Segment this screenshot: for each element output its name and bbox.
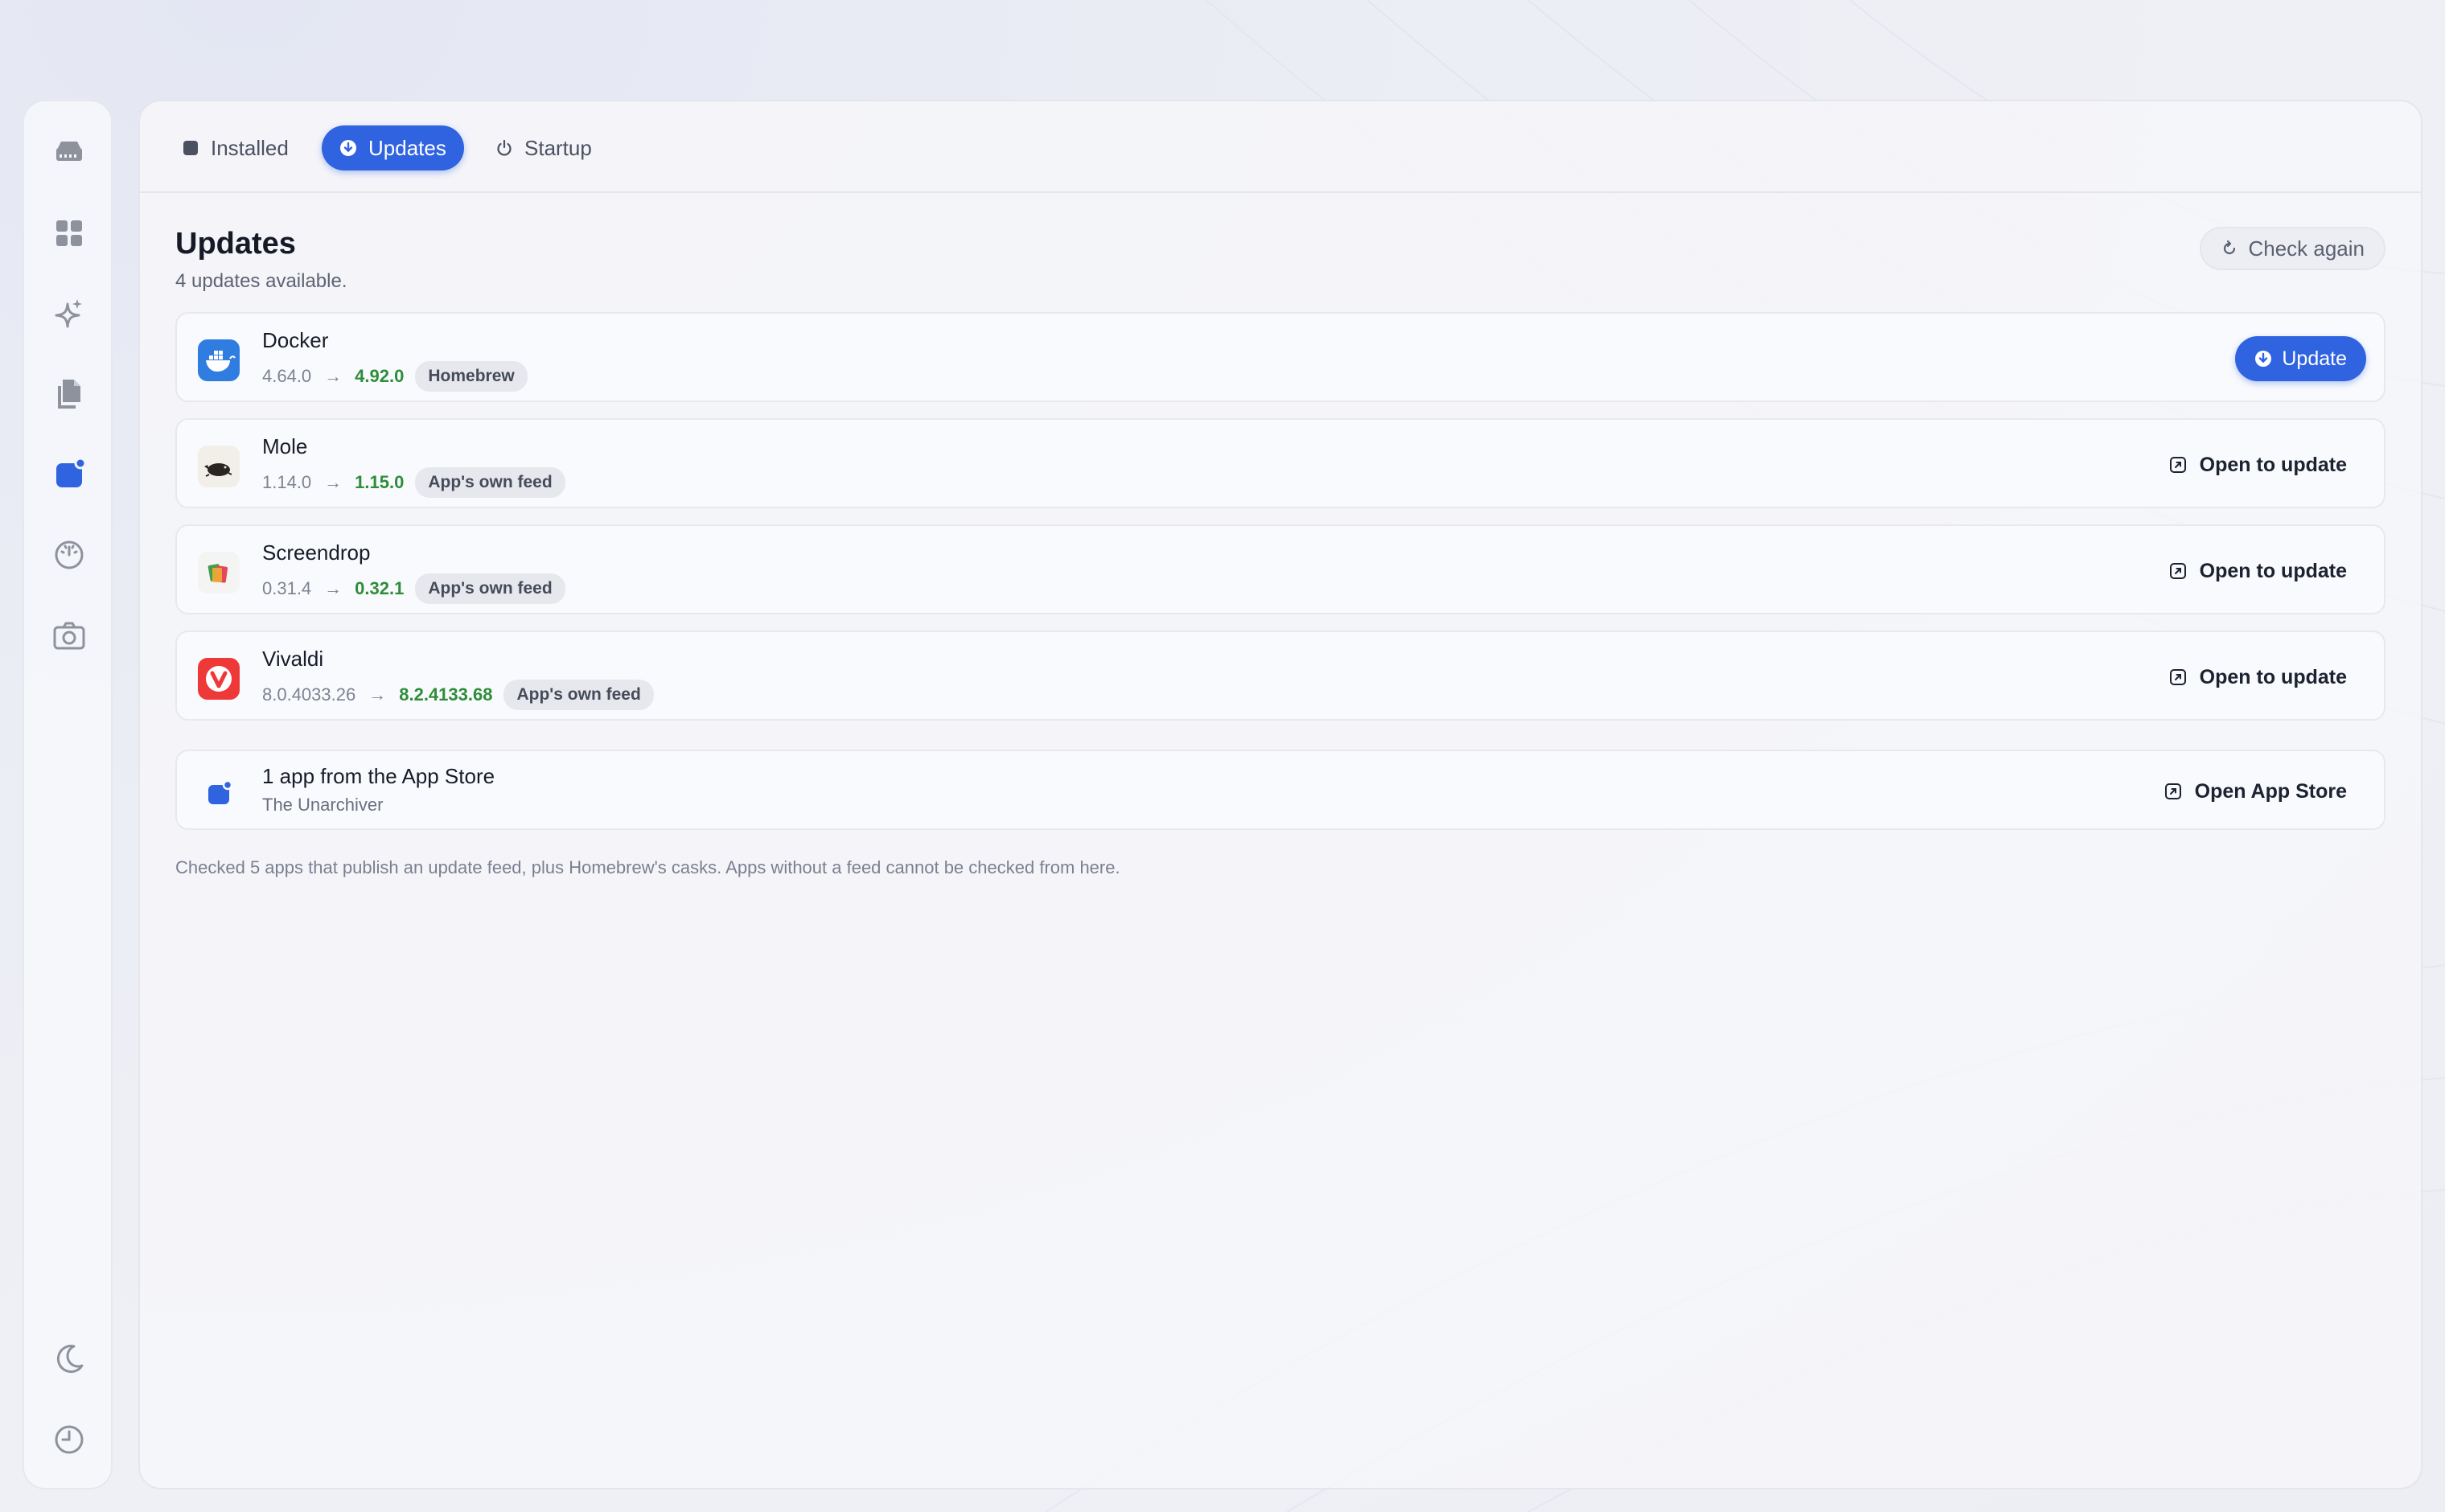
version-row: 4.64.0 → 4.92.0 Homebrew	[262, 360, 528, 392]
tab-bar: Installed Updates Startup	[140, 101, 2421, 193]
refresh-icon	[2221, 240, 2248, 257]
download-circle-icon	[339, 139, 357, 157]
vivaldi-app-icon	[198, 658, 240, 700]
gauge-icon[interactable]	[47, 532, 92, 577]
version-row: 8.0.4033.26 → 8.2.4133.68 App's own feed	[262, 679, 654, 711]
new-version: 8.2.4133.68	[399, 684, 493, 705]
current-version: 4.64.0	[262, 366, 312, 386]
external-link-icon	[2164, 783, 2195, 800]
page-title: Updates	[175, 227, 296, 261]
update-row-mole: Mole 1.14.0 → 1.15.0 App's own feed Open…	[175, 418, 2385, 508]
arrow-icon: →	[324, 472, 343, 492]
source-badge: App's own feed	[415, 573, 565, 604]
open-to-update-button[interactable]: Open to update	[2169, 450, 2347, 479]
camera-icon[interactable]	[47, 613, 92, 658]
current-version: 0.31.4	[262, 578, 312, 598]
sparkle-icon[interactable]	[47, 291, 92, 336]
new-version: 4.92.0	[355, 366, 405, 386]
app-updates-icon[interactable]	[47, 452, 92, 497]
app-name: Mole	[262, 434, 308, 458]
footer-note: Checked 5 apps that publish an update fe…	[175, 857, 1120, 877]
external-link-icon	[2169, 562, 2200, 580]
app-store-app-name: The Unarchiver	[262, 795, 384, 815]
app-name: Screendrop	[262, 540, 371, 565]
sidebar	[23, 100, 113, 1489]
grid-icon[interactable]	[47, 211, 92, 256]
update-row-vivaldi: Vivaldi 8.0.4033.26 → 8.2.4133.68 App's …	[175, 631, 2385, 721]
arrow-icon: →	[324, 578, 343, 598]
update-row-screendrop: Screendrop 0.31.4 → 0.32.1 App's own fee…	[175, 524, 2385, 614]
current-version: 8.0.4033.26	[262, 684, 356, 705]
update-button-label: Update	[2282, 347, 2347, 370]
main-panel: Installed Updates Startup Updates 4 upda…	[138, 100, 2422, 1489]
tab-installed[interactable]: Installed	[164, 125, 306, 171]
app-name: Vivaldi	[262, 647, 324, 671]
open-to-update-label: Open to update	[2199, 559, 2347, 582]
power-icon	[495, 139, 513, 157]
arrow-icon: →	[368, 684, 387, 705]
version-row: 0.31.4 → 0.32.1 App's own feed	[262, 573, 565, 605]
app-store-row: 1 app from the App Store The Unarchiver …	[175, 750, 2385, 830]
tab-updates-label: Updates	[368, 135, 446, 160]
moon-icon[interactable]	[47, 1337, 92, 1382]
tab-installed-label: Installed	[211, 135, 289, 160]
download-circle-icon	[2254, 350, 2282, 368]
documents-icon[interactable]	[47, 372, 92, 417]
screendrop-app-icon	[198, 552, 240, 594]
new-version: 0.32.1	[355, 578, 405, 598]
square-icon	[182, 139, 199, 157]
disk-icon[interactable]	[47, 130, 92, 175]
open-app-store-label: Open App Store	[2194, 779, 2347, 803]
open-to-update-button[interactable]: Open to update	[2169, 663, 2347, 692]
external-link-icon	[2169, 668, 2200, 686]
new-version: 1.15.0	[355, 472, 405, 492]
open-app-store-button[interactable]: Open App Store	[2164, 777, 2347, 806]
app-store-icon	[198, 772, 240, 814]
tab-updates[interactable]: Updates	[322, 125, 464, 171]
updates-count: 4 updates available.	[175, 270, 347, 292]
check-again-button[interactable]: Check again	[2200, 227, 2385, 270]
update-row-docker: Docker 4.64.0 → 4.92.0 Homebrew Update	[175, 312, 2385, 402]
docker-app-icon	[198, 339, 240, 381]
external-link-icon	[2169, 456, 2200, 474]
arrow-icon: →	[324, 366, 343, 386]
source-badge: App's own feed	[415, 467, 565, 498]
mole-app-icon	[198, 446, 240, 487]
source-badge: App's own feed	[503, 680, 654, 710]
open-to-update-button[interactable]: Open to update	[2169, 557, 2347, 585]
open-to-update-label: Open to update	[2199, 453, 2347, 476]
version-row: 1.14.0 → 1.15.0 App's own feed	[262, 466, 565, 499]
tab-startup[interactable]: Startup	[478, 125, 610, 171]
app-store-title: 1 app from the App Store	[262, 764, 495, 788]
history-icon[interactable]	[47, 1417, 92, 1462]
tab-startup-label: Startup	[524, 135, 592, 160]
current-version: 1.14.0	[262, 472, 312, 492]
open-to-update-label: Open to update	[2199, 665, 2347, 688]
update-button[interactable]: Update	[2235, 336, 2366, 381]
check-again-label: Check again	[2248, 236, 2365, 261]
source-badge: Homebrew	[415, 361, 528, 392]
app-name: Docker	[262, 328, 329, 352]
